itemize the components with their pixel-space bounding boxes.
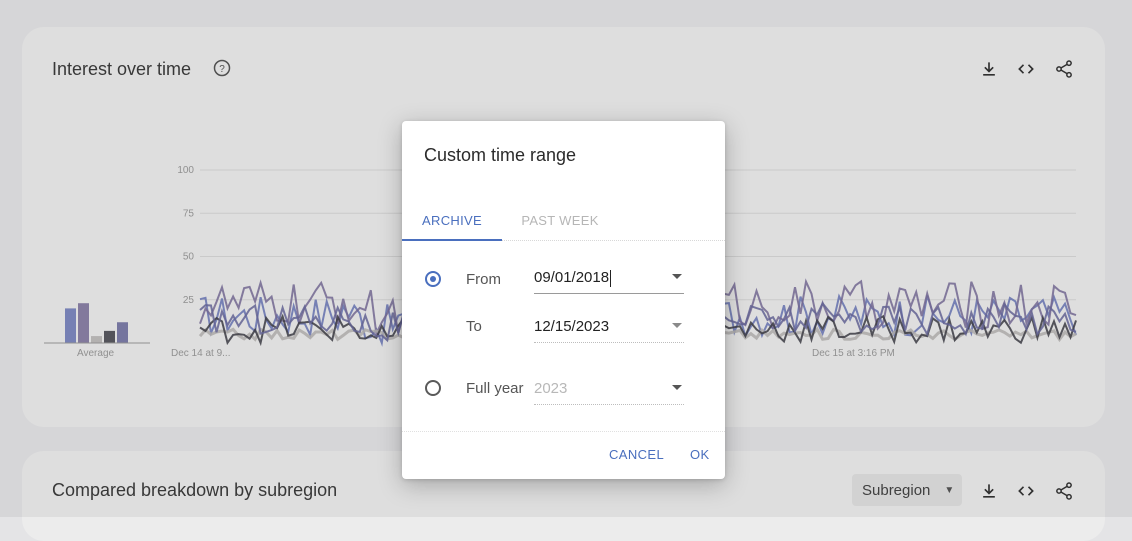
radio-from-to[interactable]	[425, 271, 441, 287]
radio-full-year[interactable]	[425, 380, 441, 396]
ok-button[interactable]: OK	[690, 447, 710, 462]
dialog-tabs: ARCHIVE PAST WEEK	[402, 201, 725, 241]
text-cursor	[610, 269, 612, 287]
cancel-button[interactable]: CANCEL	[609, 447, 664, 462]
to-label: To	[466, 318, 482, 335]
active-tab-indicator	[402, 239, 502, 241]
from-date-value: 09/01/2018	[534, 269, 610, 286]
to-date-input[interactable]: 12/15/2023	[534, 318, 684, 343]
tab-past-week[interactable]: PAST WEEK	[510, 201, 610, 239]
from-label: From	[466, 271, 501, 288]
full-year-select[interactable]: 2023	[534, 380, 684, 405]
to-date-value: 12/15/2023	[534, 318, 610, 335]
dialog-title: Custom time range	[424, 145, 577, 165]
full-year-label: Full year	[466, 380, 524, 397]
tab-divider	[502, 240, 725, 241]
chevron-down-icon[interactable]	[672, 385, 682, 390]
custom-time-range-dialog: Custom time range ARCHIVE PAST WEEK From…	[402, 121, 725, 479]
from-date-input[interactable]: 09/01/2018	[534, 269, 684, 294]
dialog-actions-divider	[402, 431, 725, 432]
tab-archive[interactable]: ARCHIVE	[402, 201, 502, 239]
chevron-down-icon[interactable]	[672, 274, 682, 279]
chevron-down-icon[interactable]	[672, 323, 682, 328]
full-year-value: 2023	[534, 380, 568, 397]
